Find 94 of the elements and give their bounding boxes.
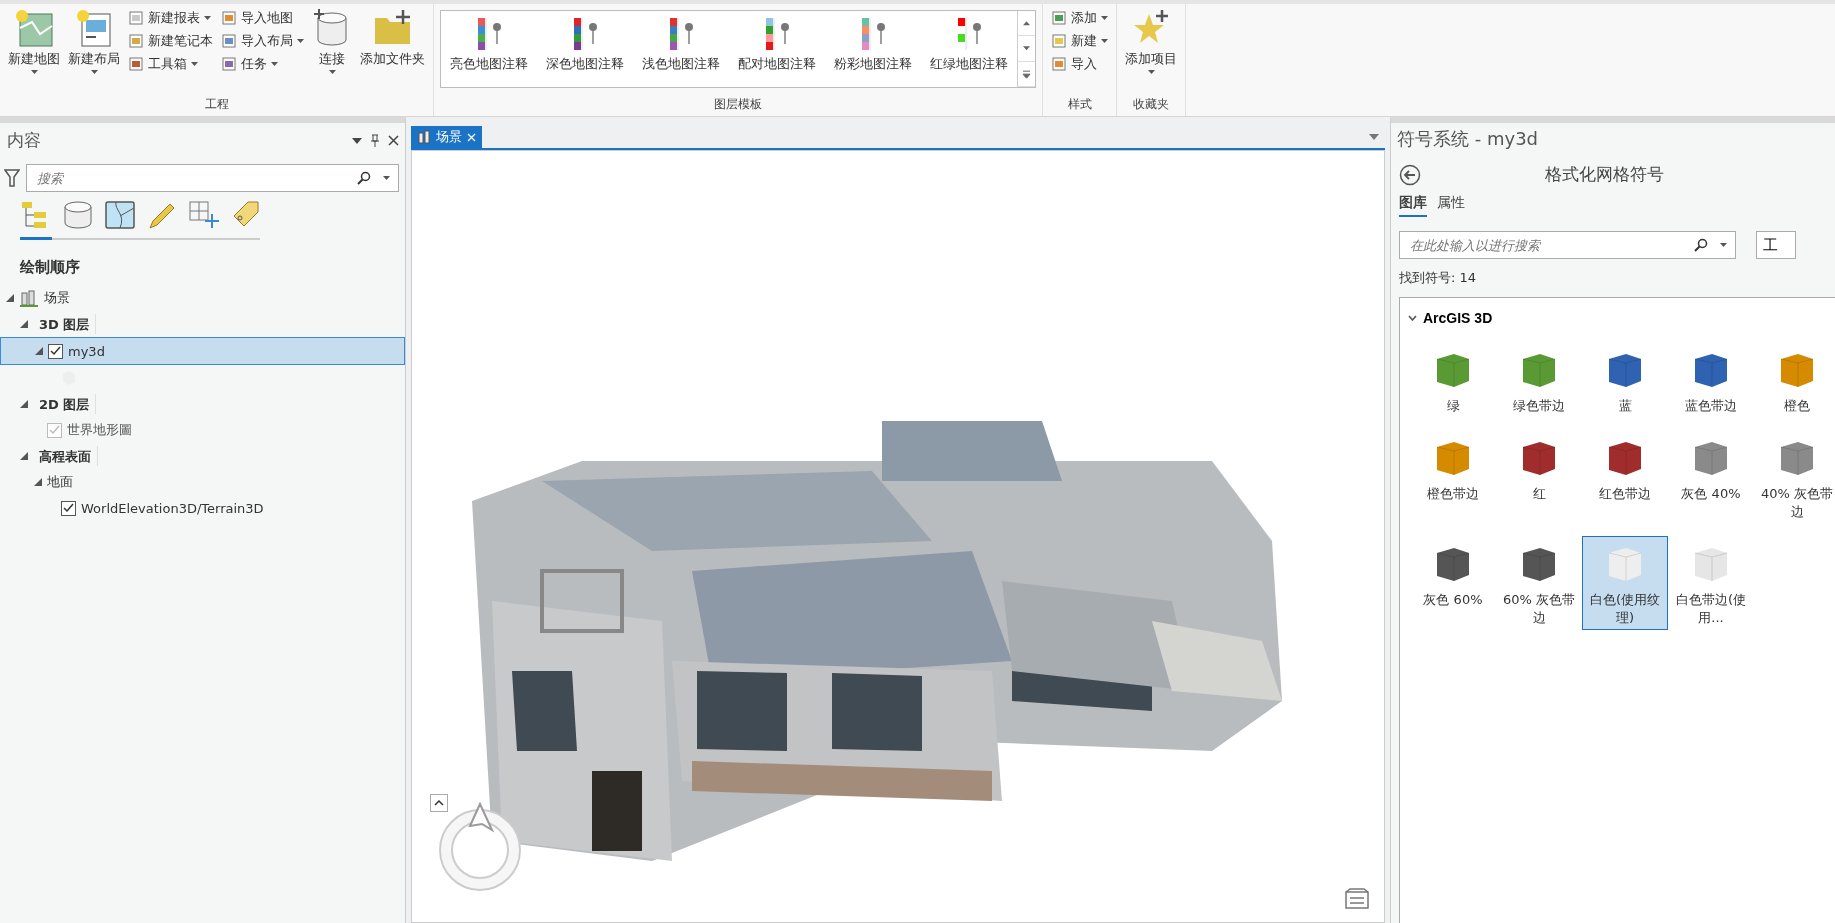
tree-item[interactable]: 3D 图层 [33, 314, 97, 334]
tree-item[interactable]: 场景 [44, 289, 70, 307]
pane-tab[interactable]: 属性 [1437, 194, 1465, 217]
ribbon-button[interactable]: 新建报表 [126, 8, 215, 28]
expanded-triangle-icon[interactable] [20, 320, 28, 328]
scene-canvas[interactable] [411, 150, 1385, 923]
map-icon [14, 8, 54, 48]
document-icon [128, 56, 144, 72]
ribbon-button[interactable]: 新建布局 [66, 6, 122, 76]
expanded-triangle-icon[interactable] [6, 294, 14, 302]
symbol-item[interactable]: 绿 [1410, 342, 1496, 418]
ribbon-button[interactable]: 连接 [310, 6, 354, 76]
ribbon-button[interactable]: 任务 [219, 54, 306, 74]
template-item[interactable]: 深色地图注释 [537, 11, 633, 87]
symbol-heading: 格式化网格符号 [1543, 163, 1665, 186]
search-field[interactable]: 在此处输入以进行搜索 [1408, 236, 1694, 254]
map-legend-icon[interactable] [1344, 888, 1370, 910]
symbol-item[interactable]: 白色带边(使用... [1668, 536, 1754, 630]
document-icon [221, 33, 237, 49]
view-tab[interactable]: 场景 [411, 126, 482, 148]
document-icon [1051, 33, 1067, 49]
symbol-item[interactable]: 红 [1496, 430, 1582, 524]
symbol-item[interactable]: 40% 灰色带边 [1754, 430, 1835, 524]
ribbon-button[interactable]: 工具箱 [126, 54, 215, 74]
symbol-item[interactable]: 灰色 60% [1410, 536, 1496, 630]
caret-icon [1720, 243, 1727, 247]
expand-up-icon[interactable] [430, 794, 448, 812]
tree-item[interactable]: 高程表面 [33, 446, 98, 466]
expanded-triangle-icon[interactable] [35, 347, 43, 355]
tree-item[interactable]: 2D 图层 [33, 394, 97, 414]
tree-item[interactable]: 地面 [47, 473, 73, 491]
symbol-count: 找到符号: 14 [1398, 269, 1478, 287]
document-icon [1051, 56, 1067, 72]
ribbon-button[interactable]: 导入地图 [219, 8, 306, 28]
template-item[interactable]: 浅色地图注释 [633, 11, 729, 87]
expanded-triangle-icon[interactable] [34, 478, 42, 486]
ribbon-button[interactable]: 添加 [1049, 8, 1110, 28]
expanded-triangle-icon[interactable] [20, 400, 28, 408]
template-item[interactable]: 亮色地图注释 [441, 11, 537, 87]
group-label: 工程 [203, 96, 230, 113]
template-item[interactable]: 粉彩地图注释 [825, 11, 921, 87]
template-item[interactable]: 配对地图注释 [729, 11, 825, 87]
ribbon-button[interactable]: 新建地图 [6, 6, 62, 76]
section-heading: 绘制顺序 [20, 258, 81, 277]
dropdown-icon[interactable] [1369, 134, 1379, 140]
ribbon-button[interactable]: 导入 [1049, 54, 1110, 74]
gallery-group-header[interactable]: ArcGIS 3D [1400, 298, 1501, 338]
symbol-item[interactable]: 绿色带边 [1496, 342, 1582, 418]
document-icon [128, 10, 144, 26]
checkbox[interactable] [61, 500, 76, 516]
group-label: 样式 [1066, 96, 1093, 113]
pane-title: 内容 [7, 129, 41, 152]
search-box[interactable]: 在此处输入以进行搜索 [1399, 231, 1736, 259]
buildings-icon [417, 130, 431, 144]
search-field[interactable]: 搜索 [35, 169, 357, 187]
search-box[interactable]: 搜索 [26, 164, 399, 192]
ribbon-button[interactable]: 新建笔记本 [126, 31, 215, 51]
caret-icon [383, 176, 390, 180]
search-icon[interactable] [357, 171, 371, 185]
ribbon-button[interactable]: 添加项目 [1123, 6, 1179, 76]
symbol-item[interactable]: 红色带边 [1582, 430, 1668, 524]
ribbon-button[interactable]: 添加文件夹 [358, 6, 427, 70]
document-icon [221, 10, 237, 26]
checkbox[interactable] [48, 343, 63, 359]
group-label: 收藏夹 [1132, 96, 1170, 113]
pin-icon[interactable] [370, 134, 380, 147]
document-icon [1051, 10, 1067, 26]
layer-row[interactable]: WorldElevation3D/Terrain3D [0, 495, 405, 521]
pane-title: 符号系统 - my3d [1396, 127, 1539, 151]
symbol-item[interactable]: 蓝色带边 [1668, 342, 1754, 418]
group-label: 图层模板 [713, 96, 763, 113]
drawing-order-tab[interactable] [20, 200, 52, 240]
buildings-icon [19, 288, 39, 308]
pane-tab[interactable]: 图库 [1399, 194, 1427, 217]
symbol-item[interactable]: 灰色 40% [1668, 430, 1754, 524]
symbol-item[interactable]: 橙色 [1754, 342, 1835, 418]
search-icon[interactable] [1694, 238, 1708, 252]
symbol-item[interactable]: 蓝 [1582, 342, 1668, 418]
layer-row[interactable]: my3d [0, 337, 405, 365]
layout-icon [74, 8, 114, 48]
symbol-item[interactable]: 60% 灰色带边 [1496, 536, 1582, 630]
symbol-item[interactable]: 白色(使用纹理) [1582, 536, 1668, 630]
dropdown-icon[interactable] [352, 137, 362, 144]
close-icon[interactable] [388, 135, 399, 146]
expanded-triangle-icon[interactable] [20, 452, 28, 460]
filter-icon[interactable] [4, 169, 20, 187]
ribbon-button[interactable]: 导入布局 [219, 31, 306, 51]
chevron-down-icon [1408, 315, 1417, 321]
style-dropdown[interactable]: 工 [1756, 231, 1796, 259]
document-icon [128, 33, 144, 49]
template-item[interactable]: 红绿地图注释 [921, 11, 1017, 87]
document-icon [221, 56, 237, 72]
symbol-item[interactable]: 橙色带边 [1410, 430, 1496, 524]
ribbon-button[interactable]: 新建 [1049, 31, 1110, 51]
